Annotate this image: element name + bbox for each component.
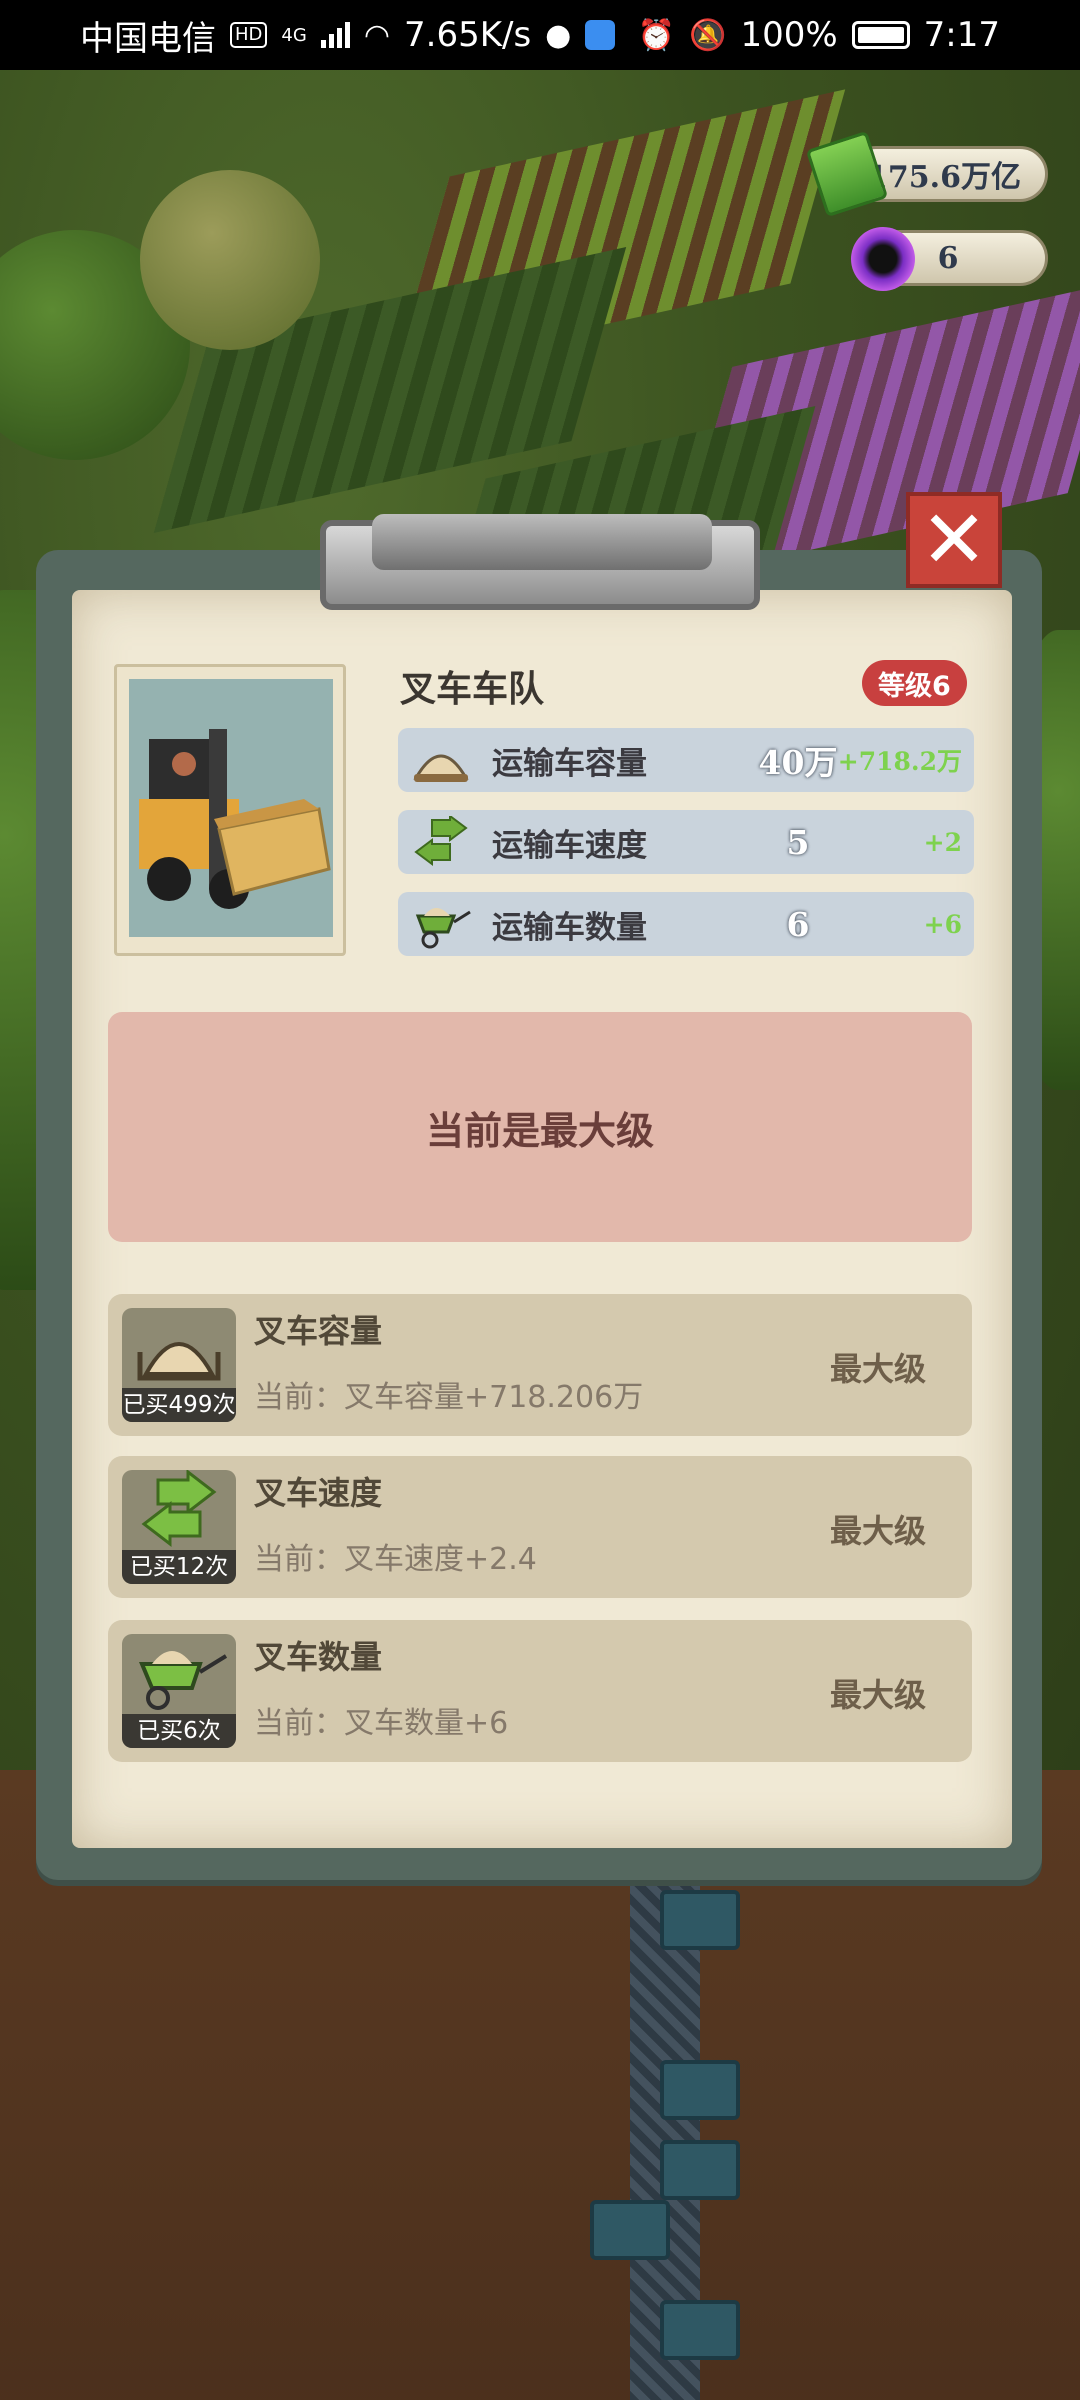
max-level-message: 当前是最大级	[425, 1108, 654, 1153]
stat-label: 运输车数量	[492, 909, 647, 946]
tree	[140, 170, 320, 350]
mine-cart	[660, 2300, 740, 2360]
close-button[interactable]: ✕	[906, 492, 1002, 588]
stat-label: 运输车速度	[492, 827, 647, 864]
upgrade-icon: 已买499次	[122, 1308, 236, 1422]
forklift-icon	[139, 729, 331, 909]
wheelbarrow-icon	[139, 1651, 228, 1710]
stat-speed: 运输车速度 5 +2	[398, 810, 974, 874]
max-level-box: 当前是最大级	[108, 1012, 972, 1242]
mine-cart	[660, 2140, 740, 2200]
clipboard-clip-top	[372, 514, 712, 570]
level-badge: 等级6	[862, 660, 967, 706]
forklift-portrait	[114, 664, 346, 956]
battery-icon	[851, 21, 910, 49]
stat-value: 6	[786, 904, 810, 944]
wheelbarrow-icon	[415, 908, 471, 949]
money-value: 175.6万亿	[867, 160, 1021, 195]
upgrade-current: 当前：叉车速度+2.4	[254, 1542, 537, 1577]
signal-icon	[320, 22, 350, 48]
arrows-icon	[414, 816, 468, 866]
money-counter[interactable]: 175.6万亿	[805, 130, 1048, 218]
stat-value: 5	[786, 822, 810, 862]
bought-count: 已买12次	[122, 1550, 236, 1584]
upgrade-icon: 已买12次	[122, 1470, 236, 1584]
stat-capacity: 运输车容量 40万 +718.2万	[398, 728, 974, 792]
sand-pile-icon	[413, 754, 469, 782]
stat-bonus: +6	[923, 909, 962, 939]
upgrade-name: 叉车速度	[254, 1474, 383, 1512]
bought-count: 已买6次	[122, 1714, 236, 1748]
alarm-icon: ⏰	[637, 17, 676, 53]
orb-counter[interactable]: 6	[851, 227, 1048, 291]
bought-count: 已买499次	[122, 1388, 236, 1422]
upgrade-row-capacity[interactable]: 已买499次 叉车容量 当前：叉车容量+718.206万 最大级	[108, 1294, 972, 1436]
upgrade-status: 最大级	[829, 1676, 926, 1714]
network-speed: 7.65K/s	[404, 15, 532, 55]
battery-percent: 100%	[740, 15, 838, 55]
upgrade-name: 叉车数量	[254, 1638, 383, 1676]
upgrade-row-speed[interactable]: 已买12次 叉车速度 当前：叉车速度+2.4 最大级	[108, 1456, 972, 1598]
sand-pile-icon	[137, 1342, 221, 1381]
upgrade-name: 叉车容量	[254, 1312, 383, 1350]
mine-cart	[660, 2060, 740, 2120]
close-x-icon: ✕	[920, 493, 988, 586]
mute-icon: 🔕	[689, 17, 727, 53]
arrows-icon	[141, 1470, 217, 1548]
cloud-app-icon	[585, 20, 616, 50]
upgrade-status: 最大级	[829, 1350, 926, 1388]
wifi-icon: ◠	[363, 17, 390, 53]
hd-badge: HD	[230, 22, 268, 48]
forklift-image	[129, 679, 333, 937]
orb-value: 6	[937, 240, 959, 276]
network-type: 4G	[281, 24, 307, 46]
upgrade-row-count[interactable]: 已买6次 叉车数量 当前：叉车数量+6 最大级	[108, 1620, 972, 1762]
qq-icon: ●	[545, 17, 572, 53]
stat-count: 运输车数量 6 +6	[398, 892, 974, 956]
dark-orb-icon	[851, 227, 915, 291]
mine-cart	[590, 2200, 670, 2260]
upgrade-status: 最大级	[829, 1512, 926, 1550]
clock: 7:17	[923, 15, 1000, 55]
status-bar: 中国电信 HD 4G ◠ 7.65K/s ● ⏰ 🔕 100% 7:17	[0, 0, 1080, 70]
upgrade-current: 当前：叉车数量+6	[254, 1706, 509, 1741]
upgrade-current: 当前：叉车容量+718.206万	[254, 1380, 644, 1415]
stat-bonus: +2	[923, 827, 962, 857]
upgrade-icon: 已买6次	[122, 1634, 236, 1748]
dialog-title: 叉车车队	[400, 669, 545, 710]
stat-bonus: +718.2万	[837, 747, 962, 776]
mine-cart	[660, 1890, 740, 1950]
carrier-label: 中国电信	[80, 18, 216, 59]
stat-label: 运输车容量	[492, 745, 647, 782]
